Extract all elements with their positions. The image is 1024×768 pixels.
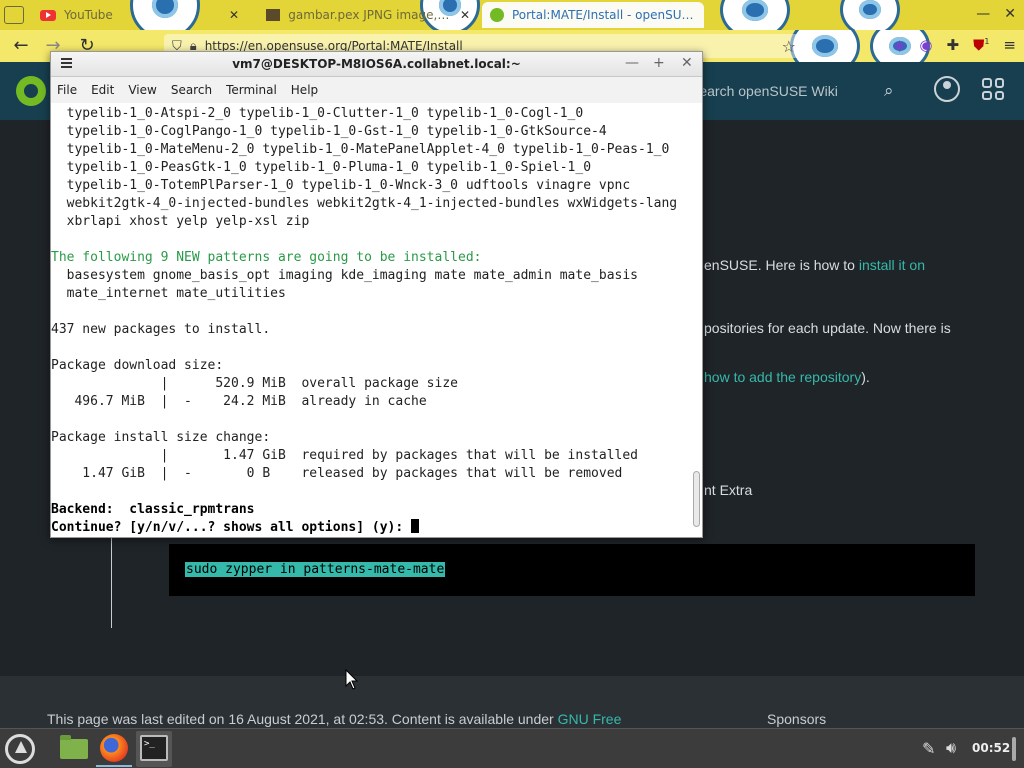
active-app-indicator [96,765,132,767]
taskbar: >_ ✎ 🔊︎ 00:52 [0,728,1024,768]
paragraph-text: how to add the repository). [704,369,870,385]
tab-image[interactable]: gambar.pex JPNG image, 1375 ✕ [258,2,478,28]
wallpaper-eye-decoration [840,0,900,30]
pen-icon[interactable]: ✎ [922,739,935,758]
terminal-titlebar[interactable]: vm7@DESKTOP-M8IOS6A.collabnet.local:~ — … [51,52,702,77]
terminal-line: basesystem gnome_basis_opt imaging kde_i… [51,268,638,283]
terminal-output[interactable]: typelib-1_0-Atspi-2_0 typelib-1_0-Clutte… [51,103,702,537]
ublock-icon[interactable]: ⛊1 [973,36,989,54]
repository-link[interactable]: how to add the repository [704,369,861,385]
menu-edit[interactable]: Edit [91,83,114,97]
menu-search[interactable]: Search [171,83,212,97]
search-input[interactable] [690,83,880,99]
menu-help[interactable]: Help [291,83,318,97]
terminal-line: typelib-1_0-Atspi-2_0 typelib-1_0-Clutte… [51,106,584,121]
terminal-prompt-line[interactable]: Continue? [y/n/v/...? shows all options]… [51,519,420,537]
footer-text: This page was last edited on 16 August 2… [47,711,621,727]
terminal-window[interactable]: vm7@DESKTOP-M8IOS6A.collabnet.local:~ — … [50,51,703,538]
terminal-line: typelib-1_0-PeasGtk-1_0 typelib-1_0-Plum… [51,160,592,175]
toolbar-extensions: ◈ ◉ ✚ ⛊1 ≡ [894,36,1016,54]
minimize-icon[interactable]: — [976,6,990,22]
terminal-scrollbar[interactable] [693,471,700,527]
tab-label: gambar.pex JPNG image, 1375 [288,8,452,22]
paragraph-text: enSUSE. Here is how to install it on [704,257,925,273]
terminal-line: typelib-1_0-TotemPlParser-1_0 typelib-1_… [51,178,631,193]
menu-terminal[interactable]: Terminal [226,83,277,97]
clock[interactable]: 00:52 [972,741,1010,755]
terminal-line: xbrlapi xhost yelp yelp-xsl zip [51,214,310,229]
terminal-line: | 1.47 GiB required by packages that wil… [51,448,638,463]
terminal-line: typelib-1_0-CoglPango-1_0 typelib-1_0-Gs… [51,124,607,139]
continue-prompt: Continue? [y/n/v/...? shows all options]… [51,520,412,535]
tab-label: YouTube [64,8,113,22]
terminal-line: Package install size change: [51,430,271,445]
terminal-line: 496.7 MiB | - 24.2 MiB already in cache [51,394,427,409]
terminal-line: 437 new packages to install. [51,322,271,337]
hamburger-menu-icon[interactable]: ≡ [1003,36,1016,54]
text-fragment: ). [861,369,870,385]
menu-file[interactable]: File [57,83,77,97]
desktop-screen: YouTube ✕ gambar.pex JPNG image, 1375 ✕ … [0,0,1024,768]
terminal-line: Package download size: [51,358,224,373]
footer-last-edited: This page was last edited on 16 August 2… [47,711,558,727]
apps-grid-icon[interactable] [982,78,1004,100]
back-arrow-icon[interactable]: ← [10,35,32,56]
wallpaper-eye-decoration [720,0,790,30]
paragraph-text: positories for each update. Now there is [704,320,951,336]
image-thumbnail-icon [266,9,281,21]
wiki-search: ⌕ [690,76,920,106]
volume-icon[interactable]: 🔊︎ [946,738,956,758]
terminal-line-patterns-header: The following 9 NEW patterns are going t… [51,250,482,265]
extensions-icon[interactable]: ✚ [946,36,959,54]
tab-youtube[interactable]: YouTube ✕ [32,2,247,28]
start-menu-icon[interactable] [5,734,35,764]
site-footer: This page was last edited on 16 August 2… [0,676,1024,728]
terminal-line: mate_internet mate_utilities [51,286,286,301]
gnu-free-link[interactable]: GNU Free [558,711,622,727]
opensuse-logo-icon[interactable] [16,76,46,106]
account-icon[interactable]: ◉ [919,36,932,54]
close-icon[interactable]: ✕ [1004,6,1016,22]
user-icon[interactable] [934,76,960,102]
terminal-line-backend: Backend: classic_rpmtrans [51,502,255,517]
close-tab-icon[interactable]: ✕ [229,8,239,22]
minimize-icon[interactable]: — [625,55,639,71]
paragraph-text: nt Extra [704,482,753,498]
code-block: sudo zypper in patterns-mate-mate [169,544,975,596]
close-tab-icon[interactable]: ✕ [460,8,470,22]
text-fragment: enSUSE. Here is how to [704,257,859,273]
close-icon[interactable]: ✕ [681,55,693,71]
text-cursor [411,519,420,533]
browser-tab-bar: YouTube ✕ gambar.pex JPNG image, 1375 ✕ … [0,0,1024,30]
opensuse-icon [490,8,504,22]
tab-list-button[interactable] [4,6,24,24]
firefox-icon[interactable] [100,734,128,762]
menu-view[interactable]: View [128,83,156,97]
show-desktop-icon[interactable] [1012,737,1016,761]
terminal-menubar: File Edit View Search Terminal Help [51,77,702,103]
code-command[interactable]: sudo zypper in patterns-mate-mate [185,562,446,577]
tab-label: Portal:MATE/Install - openSUSE [511,8,696,22]
terminal-title: vm7@DESKTOP-M8IOS6A.collabnet.local:~ [232,57,521,71]
terminal-line: 1.47 GiB | - 0 B released by packages th… [51,466,623,481]
tab-opensuse-active[interactable]: Portal:MATE/Install - openSUSE [482,2,704,28]
browser-window-controls: — ✕ [976,6,1016,22]
search-icon[interactable]: ⌕ [884,81,894,101]
terminal-line: webkit2gtk-4_0-injected-bundles webkit2g… [51,196,678,211]
terminal-line: typelib-1_0-MateMenu-2_0 typelib-1_0-Mat… [51,142,670,157]
pocket-icon[interactable]: ◈ [894,36,906,54]
install-link[interactable]: install it on [859,257,925,273]
terminal-line: | 520.9 MiB overall package size [51,376,458,391]
terminal-icon[interactable]: >_ [140,735,168,761]
youtube-icon [40,9,56,21]
notification-badge: 1 [984,37,990,46]
file-manager-icon[interactable] [60,735,88,759]
maximize-icon[interactable]: + [653,55,665,71]
bookmark-star-icon[interactable]: ☆ [782,37,796,56]
mouse-pointer-icon [345,669,359,690]
sponsors-heading: Sponsors [767,711,827,727]
